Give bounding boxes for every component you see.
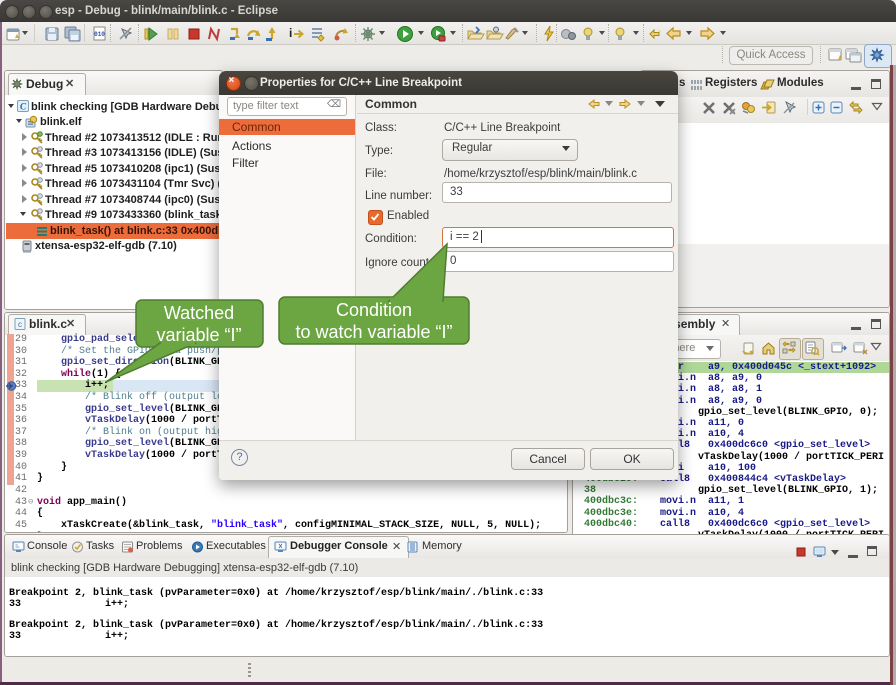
svg-text:Condition: Condition [336,300,412,320]
svg-text:to watch variable “I”: to watch variable “I” [295,322,452,342]
svg-text:variable “I”: variable “I” [156,325,241,345]
svg-text:Watched: Watched [164,303,234,323]
